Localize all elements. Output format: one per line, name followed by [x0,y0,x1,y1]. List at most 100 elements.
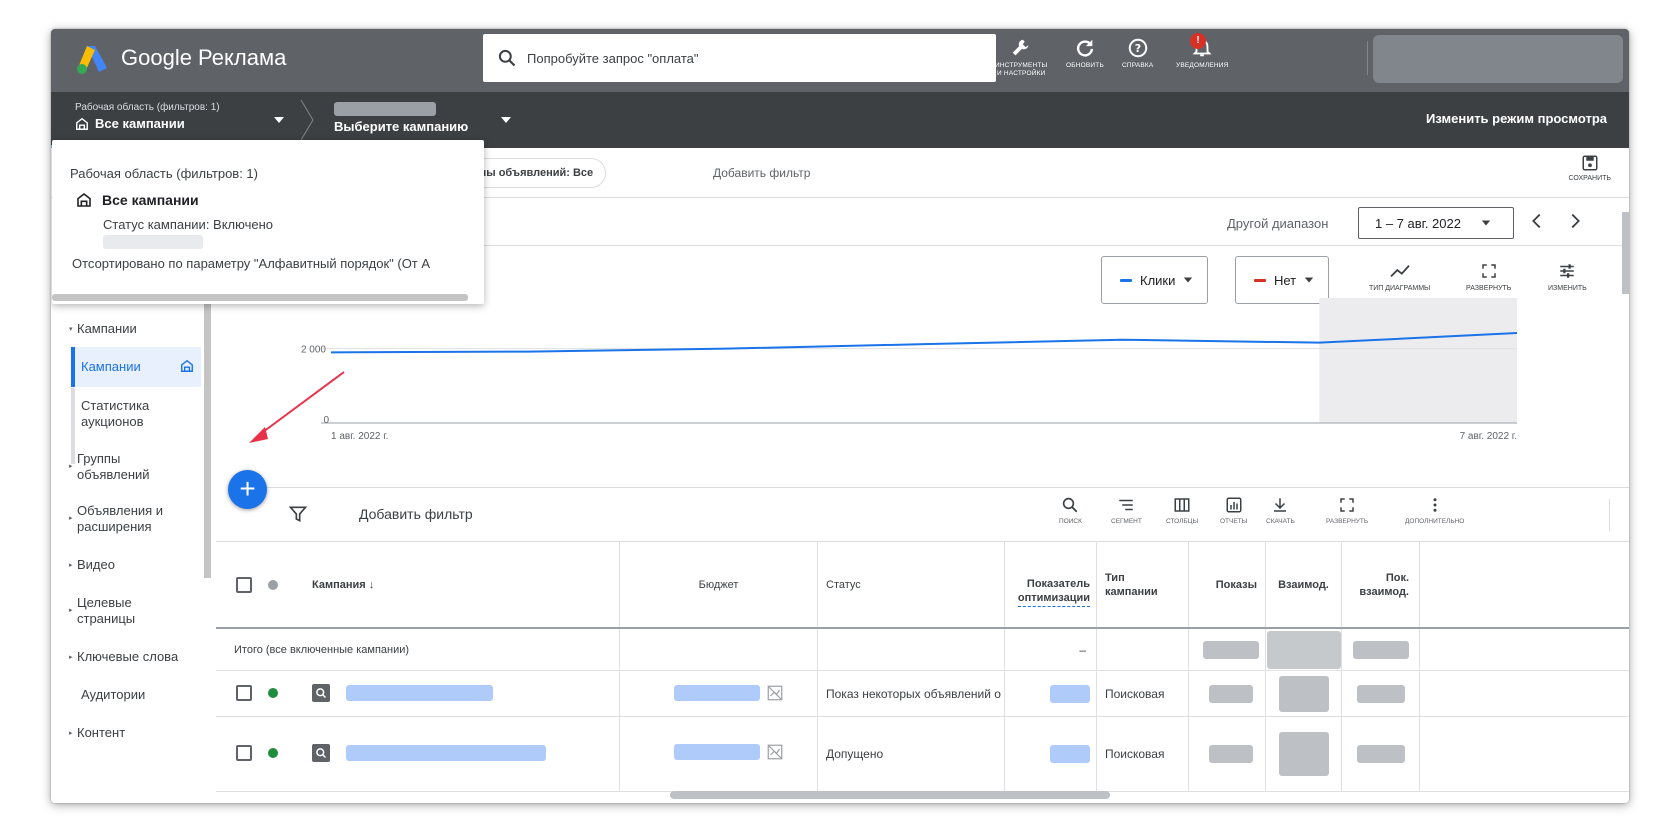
chart-type-button[interactable]: ТИП ДИАГРАММЫ [1369,262,1430,292]
campaign-selector[interactable]: Выберите кампанию [334,119,468,134]
tools-label: ИНСТРУМЕНТЫ И НАСТРОЙКИ [995,62,1048,78]
row-checkbox[interactable] [236,685,252,701]
metric-selector-1[interactable]: Клики [1101,256,1209,304]
date-range-label: Другой диапазон [1227,216,1329,231]
metric1-color-swatch [1120,278,1132,282]
table-reports-button[interactable]: ОТЧЕТЫ [1220,496,1247,525]
popover-campaign[interactable]: Все кампании [76,192,199,208]
table-header-row: Кампания ↓ Бюджет Статус Показатель оптим… [216,542,1629,629]
help-button[interactable]: ? СПРАВКА [1122,37,1153,85]
help-label: СПРАВКА [1122,62,1154,69]
breadcrumb-chevron-icon [300,99,314,141]
header-impressions-cell: Показы [1189,542,1266,627]
x-end-label: 7 авг. 2022 г. [1460,431,1517,442]
sidebar-item-landing-pages[interactable]: Целевые страницы [77,595,177,627]
sidebar-item-campaigns[interactable]: Кампании [81,359,141,375]
header-opt-score-line1: Показатель [1026,577,1090,590]
header-impressions[interactable]: Показы [1216,579,1257,591]
header-status[interactable]: Статус [826,579,861,591]
wrench-icon [1013,39,1029,56]
redacted-value [1209,745,1253,763]
budget-redacted[interactable] [674,685,760,701]
reports-button[interactable]: ОТЧЕТЫ [939,37,968,85]
account-switcher[interactable] [1373,35,1623,83]
header-budget[interactable]: Бюджет [699,579,739,591]
header-interaction-rate[interactable]: Пок. взаимод. [1359,571,1409,599]
impressions-cell [1189,671,1266,716]
performance-chart: 2 000 0 1 авг. 2022 г. 7 авг. 2022 г. [301,298,1518,442]
search-icon [498,49,516,67]
download-button[interactable]: СКАЧАТЬ [1266,496,1295,525]
header-type[interactable]: Тип кампании [1105,571,1158,599]
redacted-value [1356,745,1405,763]
columns-icon [1174,498,1190,512]
chevron-left-icon[interactable] [1526,210,1548,232]
header-campaign[interactable]: Кампания ↓ [312,579,374,591]
page-vertical-scrollbar[interactable] [1622,212,1629,294]
change-view-mode-link[interactable]: Изменить режим просмотра [1426,111,1607,126]
redacted-value [1278,732,1329,776]
sidebar-item-content[interactable]: Контент [77,725,125,741]
chart-off-icon [767,744,783,760]
campaign-name-redacted[interactable] [346,745,546,761]
table-row[interactable]: Показ некоторых объявлений о Поисковая [216,671,1629,717]
add-filter-link[interactable]: Добавить фильтр [713,166,810,180]
sidebar-item-keywords[interactable]: Ключевые слова [77,649,178,665]
refresh-button[interactable]: ОБНОВИТЬ [1066,37,1104,85]
home-icon [77,192,91,207]
columns-button[interactable]: СТОЛБЦЫ [1166,496,1198,525]
more-button[interactable]: ДОПОЛНИТЕЛЬНО [1405,496,1464,525]
sidebar-item-video[interactable]: Видео [77,557,115,573]
dropdown-arrow-icon[interactable] [500,114,512,126]
budget-redacted[interactable] [674,744,760,760]
save-button[interactable]: СОХРАНИТЬ [1568,154,1611,182]
dropdown-arrow-icon[interactable] [273,114,285,126]
chevron-right-icon[interactable] [1564,210,1586,232]
table-search-button[interactable]: ПОИСК [1059,496,1082,525]
opt-score-redacted[interactable] [1050,684,1090,703]
header-opt-score-cell: Показатель оптимизации [1005,542,1097,627]
filter-icon[interactable] [288,504,308,524]
search-box[interactable] [483,34,996,82]
opt-score-cell [1005,717,1097,791]
metric-selector-2[interactable]: Нет [1235,256,1330,304]
table-expand-button[interactable]: РАЗВЕРНУТЬ [1326,496,1368,525]
sidebar-item-audiences[interactable]: Аудитории [81,687,145,703]
sidebar-item-campaigns-group[interactable]: Кампании [77,321,137,337]
table-row[interactable]: Допущено Поисковая [216,717,1629,792]
search-input[interactable] [527,50,967,66]
popover-scrollbar[interactable] [52,294,468,301]
svg-text:?: ? [1135,42,1141,55]
select-all-checkbox[interactable] [236,577,252,593]
workspace-selector[interactable]: Все кампании [75,116,185,131]
date-range-selector[interactable]: 1 – 7 авг. 2022 [1358,207,1514,239]
chart-edit-button[interactable]: ИЗМЕНИТЬ [1548,262,1587,292]
table-reports-label: ОТЧЕТЫ [1220,518,1248,525]
redacted-value [1203,640,1259,659]
total-type-cell [1097,629,1189,670]
segment-label: СЕГМЕНТ [1111,518,1142,525]
total-opt-score: – [1005,629,1097,670]
help-icon: ? [1128,38,1147,58]
sidebar-item-ads-extensions[interactable]: Объявления и расширения [77,503,197,535]
row-checkbox[interactable] [236,745,252,761]
notifications-button[interactable]: ! УВЕДОМЛЕНИЯ [1176,33,1229,85]
sidebar-item-auction-insights[interactable]: Статистика аукционов [81,398,181,430]
segment-button[interactable]: СЕГМЕНТ [1111,496,1142,525]
columns-label: СТОЛБЦЫ [1166,518,1199,525]
header-interactions[interactable]: Взаимод. [1278,579,1329,591]
total-status-cell [818,629,1005,670]
line-chart-icon [1389,265,1410,278]
download-icon [1274,498,1287,512]
chart-expand-button[interactable]: РАЗВЕРНУТЬ [1466,262,1511,292]
opt-score-redacted[interactable] [1050,745,1090,763]
segment-icon [1119,499,1134,511]
header-opt-score[interactable]: Показатель оптимизации [1017,577,1090,607]
campaign-name-redacted[interactable] [346,685,493,701]
sidebar-item-ad-groups[interactable]: Группы объявлений [77,451,177,483]
table-add-filter[interactable]: Добавить фильтр [359,506,473,522]
tools-settings-button[interactable]: ИНСТРУМЕНТЫ И НАСТРОЙКИ [995,37,1048,85]
table-horizontal-scrollbar[interactable] [670,791,1110,799]
table-search-label: ПОИСК [1059,518,1082,525]
reports-label: ОТЧЕТЫ [939,62,968,69]
